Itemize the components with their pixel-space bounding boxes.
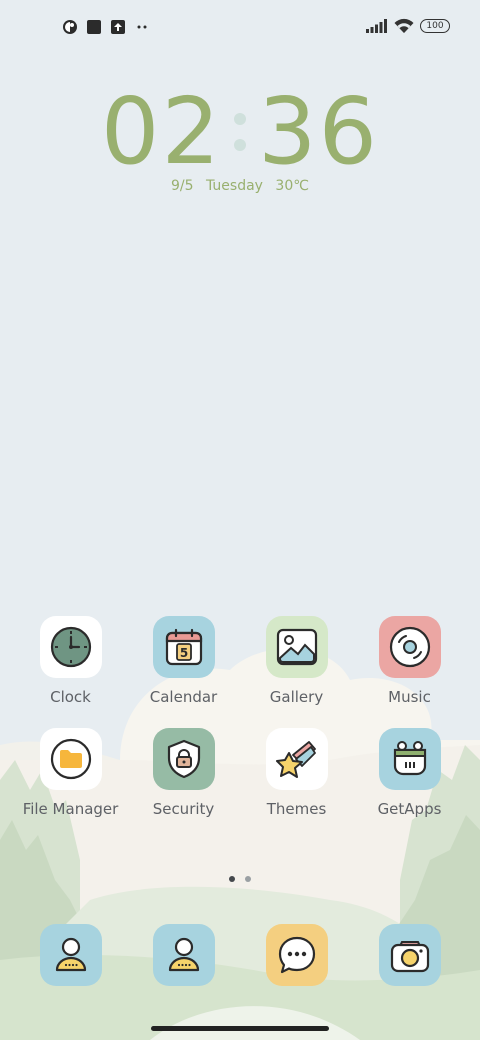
signal-icon <box>366 19 387 33</box>
dock <box>14 924 466 988</box>
chat-bubble-icon <box>278 936 315 974</box>
page-indicator[interactable] <box>0 876 480 882</box>
music-app-icon[interactable] <box>378 616 441 678</box>
shooting-star-icon <box>275 741 316 778</box>
time-hour: 02 <box>100 78 222 185</box>
folder-icon <box>50 738 91 780</box>
app-security[interactable]: Security <box>127 728 240 818</box>
themes-app-icon[interactable] <box>265 728 328 790</box>
gesture-nav-bar[interactable] <box>151 1026 329 1031</box>
clock-widget[interactable]: 02 36 9/5 Tuesday 30℃ <box>0 80 480 195</box>
app-label: Gallery <box>269 688 324 706</box>
battery-icon: 100 <box>420 19 450 33</box>
file-manager-app-icon[interactable] <box>39 728 102 790</box>
time-minute: 36 <box>258 78 380 185</box>
calendar-icon: 5 <box>165 628 202 666</box>
getapps-app-icon[interactable] <box>378 728 441 790</box>
square-notification-icon <box>87 20 101 34</box>
clock-app-icon[interactable] <box>39 616 102 678</box>
dock-camera-icon[interactable] <box>378 924 441 986</box>
app-notification-icon <box>63 20 77 34</box>
contact-icon <box>168 937 199 972</box>
app-themes[interactable]: Themes <box>240 728 353 818</box>
app-gallery[interactable]: Gallery <box>240 616 353 706</box>
music-icon <box>389 626 430 668</box>
date-line: 9/5 Tuesday 30℃ <box>0 178 480 194</box>
dock-contacts[interactable] <box>14 924 127 988</box>
dock-messages[interactable] <box>240 924 353 988</box>
time-colon <box>234 113 246 151</box>
dock-messages-icon[interactable] <box>265 924 328 986</box>
wifi-icon <box>394 18 414 33</box>
clock-icon <box>50 626 91 668</box>
time-display: 02 36 <box>0 80 480 184</box>
gallery-app-icon[interactable] <box>265 616 328 678</box>
weekday-text: Tuesday <box>206 178 263 194</box>
app-label: Music <box>388 688 431 706</box>
dock-contacts-icon[interactable] <box>39 924 102 986</box>
shield-lock-icon <box>167 739 200 779</box>
dock-phone[interactable] <box>127 924 240 988</box>
security-app-icon[interactable] <box>152 728 215 790</box>
app-calendar[interactable]: 5 Calendar <box>127 616 240 706</box>
app-label: File Manager <box>22 800 119 818</box>
app-music[interactable]: Music <box>353 616 466 706</box>
page-dot-1[interactable] <box>229 876 235 882</box>
app-getapps[interactable]: GetApps <box>353 728 466 818</box>
app-label: Security <box>152 800 215 818</box>
temperature-text: 30℃ <box>275 178 309 194</box>
app-label: Clock <box>50 688 91 706</box>
calendar-app-icon[interactable]: 5 <box>152 616 215 678</box>
app-clock[interactable]: Clock <box>14 616 127 706</box>
upload-notification-icon <box>111 20 125 34</box>
date-text: 9/5 <box>171 178 194 194</box>
more-dots-icon <box>137 25 147 29</box>
app-label: Calendar <box>149 688 218 706</box>
contact-icon <box>55 937 86 972</box>
getapps-icon <box>393 741 426 776</box>
app-grid: Clock 5 Calendar Gallery Music File Mana… <box>14 616 466 840</box>
app-label: GetApps <box>377 800 442 818</box>
app-file-manager[interactable]: File Manager <box>14 728 127 818</box>
calendar-day: 5 <box>179 646 187 660</box>
dock-phone-icon[interactable] <box>152 924 215 986</box>
camera-icon <box>390 941 429 973</box>
status-bar: 100 <box>0 14 480 42</box>
dock-camera[interactable] <box>353 924 466 988</box>
gallery-icon <box>276 628 317 666</box>
page-dot-2[interactable] <box>245 876 251 882</box>
app-label: Themes <box>266 800 327 818</box>
